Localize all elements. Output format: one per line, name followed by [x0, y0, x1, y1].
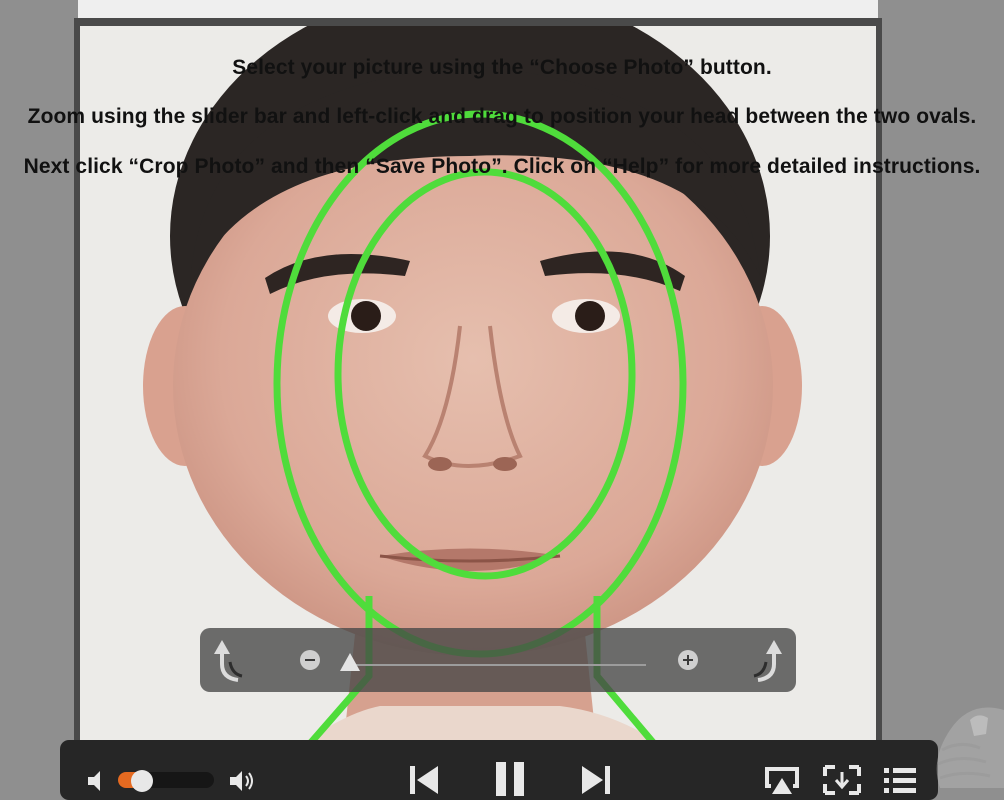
rotate-left-icon	[214, 640, 243, 682]
volume-knob[interactable]	[131, 770, 153, 792]
instruction-line-1: Select your picture using the “Choose Ph…	[232, 56, 772, 79]
inner-oval-guide	[334, 168, 636, 580]
instruction-line-2: Zoom using the slider bar and left-click…	[27, 105, 977, 128]
zoom-out-button[interactable]	[300, 650, 320, 670]
zoom-slider-track[interactable]	[350, 664, 646, 666]
zoom-slider-thumb[interactable]	[340, 653, 360, 671]
zoom-rotate-toolbar	[200, 628, 796, 692]
zoom-in-button[interactable]	[678, 650, 698, 670]
speaker-low-icon[interactable]	[86, 768, 108, 794]
airplay-icon[interactable]	[762, 764, 802, 796]
media-player-controls	[60, 740, 938, 800]
playlist-icon[interactable]	[882, 766, 918, 796]
skip-forward-icon[interactable]	[578, 764, 612, 796]
rotate-left-button[interactable]	[210, 634, 250, 686]
fullscreen-icon[interactable]	[822, 764, 862, 796]
rotate-right-button[interactable]	[746, 634, 786, 686]
skip-back-icon[interactable]	[408, 764, 442, 796]
plus-vertical-bar	[687, 655, 689, 665]
instruction-line-3: Next click “Crop Photo” and then “Save P…	[23, 155, 981, 178]
speaker-high-icon[interactable]	[228, 768, 256, 794]
page-top-strip	[78, 0, 878, 18]
watermark-logo	[936, 707, 1004, 788]
pause-icon[interactable]	[494, 760, 528, 796]
rotate-right-icon	[753, 640, 782, 682]
minus-circle-icon	[305, 659, 315, 661]
